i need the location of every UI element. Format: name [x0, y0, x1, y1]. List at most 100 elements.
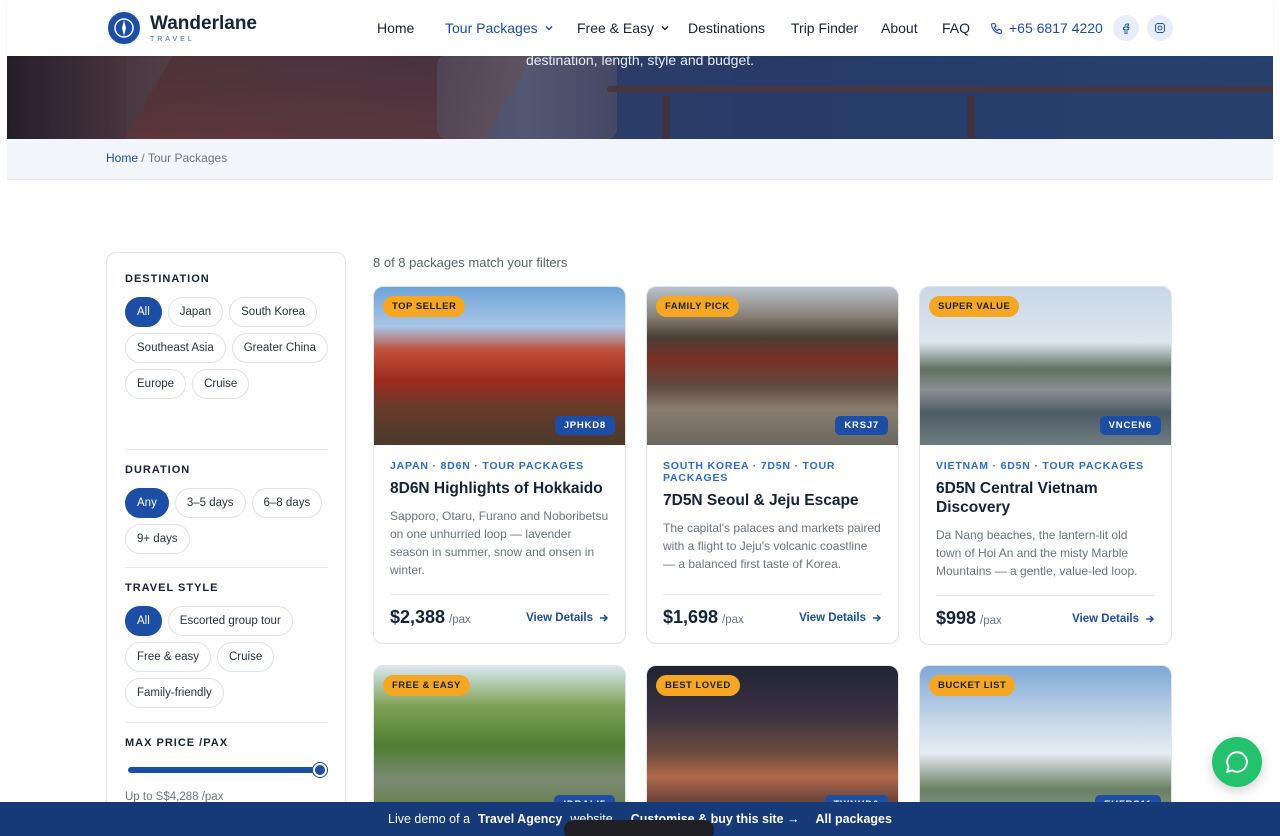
nav-item-tour-packages[interactable]: Tour Packages — [445, 20, 554, 36]
package-footer: $1,698/pax View Details — [663, 594, 882, 628]
destination-chip[interactable]: Japan — [167, 297, 224, 327]
compass-icon — [108, 12, 140, 44]
style-chip[interactable]: Cruise — [217, 642, 275, 672]
nav-item-about[interactable]: About — [881, 20, 918, 36]
nav-item-label: Tour Packages — [445, 20, 538, 36]
package-price-unit: /pax — [722, 614, 744, 626]
package-badge: TOP SELLER — [383, 296, 466, 317]
package-price-unit: /pax — [980, 615, 1002, 627]
chevron-down-icon — [661, 26, 669, 31]
duration-heading: DURATION — [125, 464, 191, 476]
whatsapp-chat-button[interactable] — [1212, 737, 1262, 787]
screen-overlay-dock — [564, 820, 714, 836]
package-description: Sapporo, Otaru, Furano and Noboribetsu o… — [390, 509, 609, 577]
style-chip[interactable]: Family-friendly — [125, 678, 224, 708]
all-packages-link[interactable]: All packages — [816, 812, 892, 826]
demo-bar-emphasis: Travel Agency — [478, 812, 563, 826]
package-code: JPHKD8 — [554, 416, 615, 435]
breadcrumb-current: Tour Packages — [147, 151, 228, 165]
breadcrumb-home[interactable]: Home — [106, 151, 138, 165]
facebook-icon[interactable] — [1113, 15, 1139, 41]
package-photo[interactable]: TOP SELLER JPHKD8 — [374, 287, 625, 445]
style-heading: TRAVEL STYLE — [125, 582, 219, 594]
duration-chip[interactable]: Any — [125, 488, 169, 518]
nav-item-faq[interactable]: FAQ — [942, 20, 970, 36]
package-card[interactable]: FAMILY PICK KRSJ7 SOUTH KOREA · 7D5N · TOU… — [646, 286, 899, 644]
arrow-right-icon — [600, 613, 609, 622]
package-badge: FREE & EASY — [383, 675, 470, 696]
nav-item-trip-finder[interactable]: Trip Finder — [791, 20, 858, 36]
filter-sidebar: DESTINATION All Japan South Korea Southeast… — [106, 252, 346, 836]
nav-item-destinations[interactable]: Destinations — [688, 20, 765, 36]
brand-name: Wanderlane — [150, 12, 257, 34]
package-title[interactable]: 7D5N Seoul & Jeju Escape — [663, 491, 882, 510]
package-title[interactable]: 8D6N Highlights of Hokkaido — [390, 479, 609, 498]
price-slider-handle[interactable] — [313, 763, 327, 777]
phone-link[interactable]: +65 6817 4220 — [990, 20, 1103, 36]
package-photo[interactable]: BUCKET LISTEUFRS11 — [920, 666, 1171, 824]
duration-chip[interactable]: 3–5 days — [174, 488, 246, 518]
destination-chip[interactable]: Greater China — [231, 333, 328, 363]
destination-chips: All Japan South Korea Southeast Asia Greater… — [125, 297, 335, 399]
style-chips: All Escorted group tour Free & easy Cruise F… — [125, 606, 335, 708]
price-slider-track[interactable] — [128, 767, 328, 773]
package-price-unit: /pax — [449, 614, 471, 626]
brand-logo[interactable]: Wanderlane TRAVEL — [108, 12, 257, 44]
brand-tagline: TRAVEL — [150, 35, 195, 43]
style-chip[interactable]: Free & easy — [125, 642, 211, 672]
package-footer: $998/pax View Details — [936, 595, 1155, 629]
chevron-down-icon — [545, 26, 553, 31]
package-price: $1,698 — [663, 607, 719, 627]
nav-item-label: About — [881, 20, 918, 36]
package-photo[interactable]: FAMILY PICK KRSJ7 — [647, 287, 898, 445]
price-heading: MAX PRICE /PAX — [125, 737, 229, 749]
nav-item-label: Home — [377, 20, 415, 36]
package-photo[interactable]: SUPER VALUE VNCEN6 — [920, 287, 1171, 445]
style-chip[interactable]: Escorted group tour — [167, 606, 293, 636]
destination-chip[interactable]: Europe — [125, 369, 187, 399]
package-badge: FAMILY PICK — [656, 296, 739, 317]
top-navigation: Wanderlane TRAVEL Home Tour Packages Free … — [7, 0, 1273, 56]
phone-number: +65 6817 4220 — [1009, 20, 1103, 36]
destination-chip[interactable]: South Korea — [229, 297, 318, 327]
package-description: The capital's palaces and markets paired… — [663, 521, 881, 571]
results-count: 8 of 8 packages match your filters — [373, 255, 568, 270]
package-footer: $2,388/pax View Details — [390, 594, 609, 628]
duration-chip[interactable]: 9+ days — [125, 524, 190, 554]
nav-item-label: Trip Finder — [791, 20, 859, 36]
package-card[interactable]: TOP SELLER JPHKD8 JAPAN · 8D6N · TOUR PACK… — [373, 286, 626, 644]
duration-chip[interactable]: 6–8 days — [251, 488, 323, 518]
view-details-link[interactable]: View Details — [1072, 613, 1155, 625]
view-details-link[interactable]: View Details — [526, 612, 609, 624]
nav-item-home[interactable]: Home — [377, 20, 414, 36]
demo-bar-prefix: Live demo of a — [388, 812, 471, 826]
package-code: VNCEN6 — [1099, 416, 1161, 435]
package-photo[interactable]: BEST LOVEDTWNHD6 — [647, 666, 898, 824]
package-code: KRSJ7 — [835, 416, 888, 435]
view-details-label: View Details — [799, 611, 866, 624]
package-photo[interactable]: FREE & EASYIDBALI5 — [374, 666, 625, 824]
package-description: Da Nang beaches, the lantern-lit old tow… — [936, 528, 1138, 578]
view-details-label: View Details — [526, 611, 593, 624]
destination-chip[interactable]: Southeast Asia — [125, 333, 226, 363]
package-meta: SOUTH KOREA · 7D5N · TOUR PACKAGES — [663, 460, 836, 484]
destination-chip[interactable]: All — [125, 297, 162, 327]
nav-item-label: FAQ — [942, 20, 971, 36]
duration-chips: Any 3–5 days 6–8 days 9+ days — [125, 488, 335, 554]
nav-item-free-easy[interactable]: Free & Easy — [577, 20, 670, 36]
breadcrumb-separator: / — [141, 151, 145, 165]
arrow-right-icon — [873, 613, 882, 622]
destination-chip[interactable]: Cruise — [192, 369, 250, 399]
package-price: $998 — [936, 608, 977, 628]
instagram-icon[interactable] — [1147, 15, 1173, 41]
package-title[interactable]: 6D5N Central Vietnam Discovery — [936, 479, 1155, 517]
arrow-right-icon — [1146, 614, 1155, 623]
style-chip[interactable]: All — [125, 606, 162, 636]
package-card[interactable]: SUPER VALUE VNCEN6 VIETNAM · 6D5N · TOUR P… — [919, 286, 1172, 645]
package-price: $2,388 — [390, 607, 446, 627]
view-details-link[interactable]: View Details — [799, 612, 882, 624]
package-meta: VIETNAM · 6D5N · TOUR PACKAGES — [936, 460, 1144, 472]
nav-item-label: Free & Easy — [577, 20, 655, 36]
destination-heading: DESTINATION — [125, 273, 210, 285]
package-meta: JAPAN · 8D6N · TOUR PACKAGES — [390, 460, 584, 472]
